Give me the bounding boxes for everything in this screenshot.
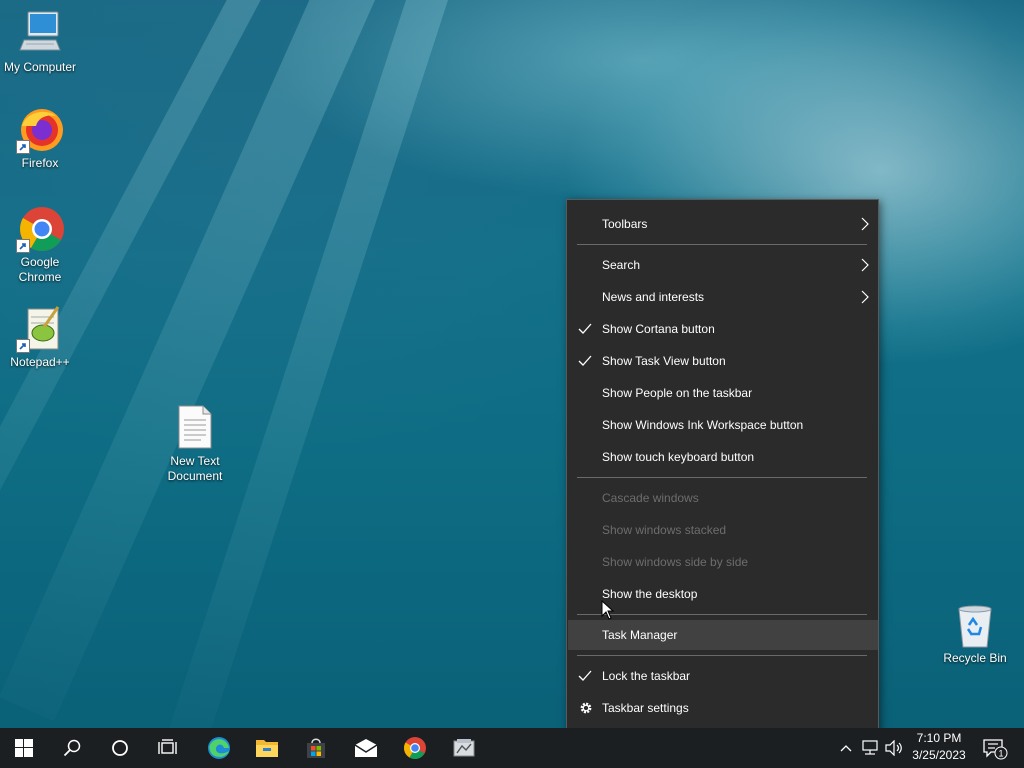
menu-item-label: Show windows stacked <box>602 523 727 537</box>
cortana-icon <box>112 740 128 756</box>
menu-item-taskbar-settings[interactable]: Taskbar settings <box>568 693 878 723</box>
desktop-icon-recycle-bin[interactable]: Recycle Bin <box>935 601 1015 666</box>
notification-count: 1 <box>998 749 1003 759</box>
menu-item-label: Show Task View button <box>602 354 726 368</box>
store-icon <box>307 738 325 758</box>
text-document-icon <box>171 404 219 452</box>
notepad-plus-plus-icon <box>16 305 64 353</box>
menu-separator <box>577 614 867 615</box>
menu-item-toolbars[interactable]: Toolbars <box>568 209 878 239</box>
taskbar-app-button[interactable] <box>440 728 488 768</box>
taskbar-clock[interactable]: 7:10 PM 3/25/2023 <box>900 730 978 764</box>
chevron-right-icon <box>861 290 869 304</box>
chevron-right-icon <box>861 258 869 272</box>
menu-item-show-task-view-button[interactable]: Show Task View button <box>568 346 878 376</box>
desktop-icon-label: Document <box>167 469 223 483</box>
menu-item-show-windows-side-by-side: Show windows side by side <box>568 547 878 577</box>
gear-icon <box>580 702 592 714</box>
start-button[interactable] <box>0 728 48 768</box>
menu-separator <box>577 655 867 656</box>
search-button[interactable] <box>48 728 96 768</box>
menu-separator <box>577 477 867 478</box>
chevron-up-icon <box>840 745 852 752</box>
checkmark-icon <box>578 355 592 366</box>
mouse-cursor-icon <box>601 600 615 620</box>
desktop-icon-notepad-plus-plus[interactable]: Notepad++ <box>0 305 80 370</box>
desktop-icon-my-computer[interactable]: My Computer <box>0 10 80 75</box>
menu-item-lock-the-taskbar[interactable]: Lock the taskbar <box>568 661 878 691</box>
desktop-icon-label: Chrome <box>18 270 62 284</box>
recycle-bin-icon <box>951 601 999 649</box>
checkmark-icon <box>578 670 592 681</box>
computer-icon <box>16 10 64 58</box>
menu-item-label: Search <box>602 258 641 272</box>
clock-time: 7:10 PM <box>916 731 962 745</box>
taskbar-store-button[interactable] <box>292 728 340 768</box>
chrome-icon <box>404 737 426 759</box>
menu-item-label: Show Windows Ink Workspace button <box>602 418 804 432</box>
menu-item-label: News and interests <box>602 290 705 304</box>
network-button[interactable] <box>860 728 882 768</box>
firefox-icon <box>16 106 64 154</box>
menu-separator <box>577 244 867 245</box>
menu-item-news-and-interests[interactable]: News and interests <box>568 282 878 312</box>
edge-icon <box>208 737 230 759</box>
desktop-icon-label: Recycle Bin <box>943 651 1007 665</box>
menu-item-label: Toolbars <box>602 217 648 231</box>
cortana-button[interactable] <box>96 728 144 768</box>
search-icon <box>63 739 81 757</box>
menu-item-label: Lock the taskbar <box>602 669 691 683</box>
menu-item-label: Show the desktop <box>602 587 698 601</box>
chrome-icon <box>16 205 64 253</box>
taskbar-file-explorer-button[interactable] <box>243 728 291 768</box>
taskbar-context-menu: Toolbars Search News and interests Show … <box>566 199 879 733</box>
action-center-button[interactable]: 1 <box>980 728 1010 768</box>
desktop-icon-label: New Text <box>170 454 220 468</box>
shortcut-arrow-icon <box>16 239 30 253</box>
menu-item-show-windows-ink-workspace-button[interactable]: Show Windows Ink Workspace button <box>568 410 878 440</box>
file-explorer-icon <box>256 740 278 757</box>
mail-icon <box>354 739 378 757</box>
taskbar-mail-button[interactable] <box>342 728 390 768</box>
desktop-icon-google-chrome[interactable]: Google Chrome <box>0 205 80 285</box>
checkmark-icon <box>578 323 592 334</box>
show-hidden-icons-button[interactable] <box>837 728 855 768</box>
shortcut-arrow-icon <box>16 140 30 154</box>
menu-item-show-touch-keyboard-button[interactable]: Show touch keyboard button <box>568 442 878 472</box>
app-icon <box>453 739 475 757</box>
clock-date: 3/25/2023 <box>912 748 966 762</box>
menu-item-label: Show Cortana button <box>602 322 715 336</box>
menu-item-show-cortana-button[interactable]: Show Cortana button <box>568 314 878 344</box>
desktop-icon-label: Firefox <box>21 156 59 170</box>
menu-item-task-manager[interactable]: Task Manager <box>568 620 878 650</box>
task-view-button[interactable] <box>144 728 192 768</box>
menu-item-cascade-windows: Cascade windows <box>568 483 878 513</box>
taskbar-chrome-button[interactable] <box>391 728 439 768</box>
notification-icon: 1 <box>983 739 1008 760</box>
menu-item-label: Show windows side by side <box>602 555 749 569</box>
menu-item-label: Cascade windows <box>602 491 699 505</box>
start-icon <box>15 739 33 757</box>
chevron-right-icon <box>861 217 869 231</box>
desktop-icon-label: My Computer <box>3 60 77 74</box>
desktop-icon-firefox[interactable]: Firefox <box>0 106 80 171</box>
menu-item-label: Show People on the taskbar <box>602 386 753 400</box>
menu-item-label: Show touch keyboard button <box>602 450 755 464</box>
taskbar-edge-button[interactable] <box>195 728 243 768</box>
desktop-icon-new-text-document[interactable]: New Text Document <box>155 404 235 484</box>
taskbar[interactable]: 7:10 PM 3/25/2023 1 <box>0 728 1024 768</box>
menu-item-label: Taskbar settings <box>602 701 689 715</box>
desktop-icon-label: Google <box>20 255 60 269</box>
menu-item-search[interactable]: Search <box>568 250 878 280</box>
shortcut-arrow-icon <box>16 339 30 353</box>
network-icon <box>862 740 878 755</box>
menu-item-show-windows-stacked: Show windows stacked <box>568 515 878 545</box>
menu-item-label: Task Manager <box>602 628 678 642</box>
desktop-icon-label: Notepad++ <box>10 355 70 369</box>
task-view-icon <box>158 739 177 754</box>
menu-item-show-people-on-the-taskbar[interactable]: Show People on the taskbar <box>568 378 878 408</box>
